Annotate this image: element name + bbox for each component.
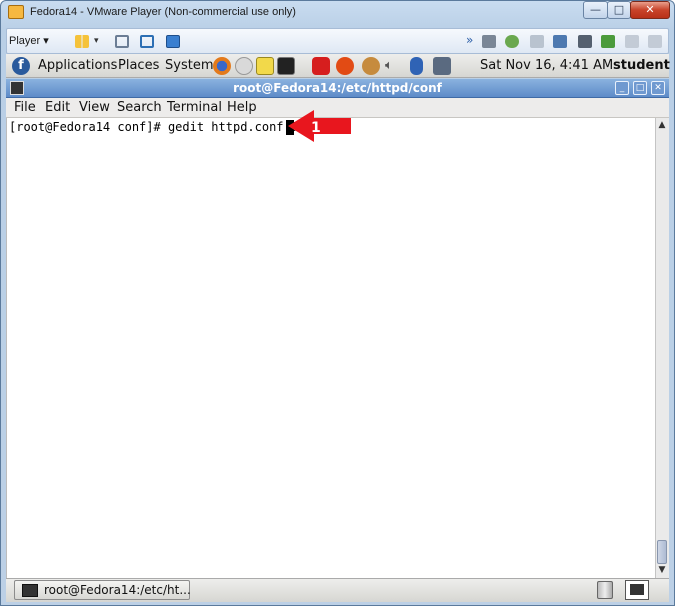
system-menu[interactable]: System bbox=[165, 58, 213, 73]
unity-icon[interactable] bbox=[166, 35, 180, 48]
taskbar-terminal-label: root@Fedora14:/etc/ht... bbox=[44, 583, 191, 597]
scroll-up-arrow-icon[interactable]: ▲ bbox=[656, 119, 668, 131]
firefox-icon[interactable] bbox=[213, 57, 231, 75]
command-line: [root@Fedora14 conf]# gedit httpd.conf & bbox=[9, 120, 306, 134]
terminal-task-icon bbox=[22, 584, 38, 597]
terminal-launcher-icon[interactable] bbox=[277, 57, 295, 75]
fullscreen-icon[interactable] bbox=[140, 35, 154, 48]
network-status-icon[interactable] bbox=[362, 57, 380, 75]
pause-icon[interactable] bbox=[75, 35, 89, 48]
hdd-icon[interactable] bbox=[482, 35, 496, 48]
devices-icon[interactable] bbox=[648, 35, 662, 48]
menu-file[interactable]: File bbox=[14, 100, 36, 115]
applications-menu[interactable]: Applications bbox=[38, 58, 117, 73]
printer-icon[interactable] bbox=[578, 35, 592, 48]
user-menu[interactable]: student bbox=[613, 58, 670, 73]
scroll-thumb[interactable] bbox=[657, 540, 667, 564]
places-menu[interactable]: Places bbox=[118, 58, 159, 73]
menu-edit[interactable]: Edit bbox=[45, 100, 70, 115]
trash-icon[interactable] bbox=[597, 581, 613, 599]
cd-icon[interactable] bbox=[505, 35, 519, 48]
terminal-minimize-button[interactable]: _ bbox=[615, 81, 629, 95]
display-icon[interactable] bbox=[433, 57, 451, 75]
floppy-icon[interactable] bbox=[530, 35, 544, 48]
volume-icon[interactable]: 🔈︎ bbox=[385, 57, 403, 75]
email-icon[interactable] bbox=[235, 57, 253, 75]
terminal-close-button[interactable]: ✕ bbox=[651, 81, 665, 95]
close-button[interactable]: ✕ bbox=[630, 1, 670, 19]
network-adapter-icon[interactable] bbox=[553, 35, 567, 48]
usb-icon[interactable] bbox=[601, 35, 615, 48]
update-icon[interactable] bbox=[336, 57, 354, 75]
menu-view[interactable]: View bbox=[79, 100, 110, 115]
player-toolbar bbox=[6, 28, 669, 54]
window-title: Fedora14 - VMware Player (Non-commercial… bbox=[30, 6, 296, 18]
network-icon[interactable] bbox=[115, 35, 129, 48]
double-chevron-icon[interactable]: » bbox=[466, 33, 473, 47]
minimize-button[interactable]: — bbox=[583, 1, 608, 19]
maximize-button[interactable]: □ bbox=[607, 1, 631, 19]
callout-number: 1 bbox=[311, 120, 321, 136]
alert-icon[interactable] bbox=[312, 57, 330, 75]
callout-arrow: 1 bbox=[288, 110, 351, 142]
menu-terminal[interactable]: Terminal bbox=[167, 100, 222, 115]
notes-icon[interactable] bbox=[256, 57, 274, 75]
terminal-output[interactable] bbox=[6, 118, 655, 578]
vmware-icon bbox=[8, 5, 24, 19]
chevron-down-icon[interactable]: ▾ bbox=[94, 35, 102, 48]
clock[interactable]: Sat Nov 16, 4:41 AM bbox=[480, 58, 613, 73]
terminal-title: root@Fedora14:/etc/httpd/conf bbox=[233, 81, 442, 95]
terminal-maximize-button[interactable]: □ bbox=[633, 81, 647, 95]
terminal-scrollbar[interactable] bbox=[655, 118, 669, 578]
menu-search[interactable]: Search bbox=[117, 100, 162, 115]
menu-help[interactable]: Help bbox=[227, 100, 257, 115]
workspace-switcher[interactable] bbox=[625, 580, 649, 600]
workspace-thumbnail-icon bbox=[630, 584, 644, 595]
player-menu-button[interactable]: Player ▾ bbox=[9, 34, 49, 47]
message-icon[interactable] bbox=[625, 35, 639, 48]
fedora-logo-icon[interactable]: f bbox=[12, 57, 30, 75]
bluetooth-icon[interactable] bbox=[410, 57, 423, 75]
scroll-down-arrow-icon[interactable]: ▼ bbox=[656, 564, 668, 576]
